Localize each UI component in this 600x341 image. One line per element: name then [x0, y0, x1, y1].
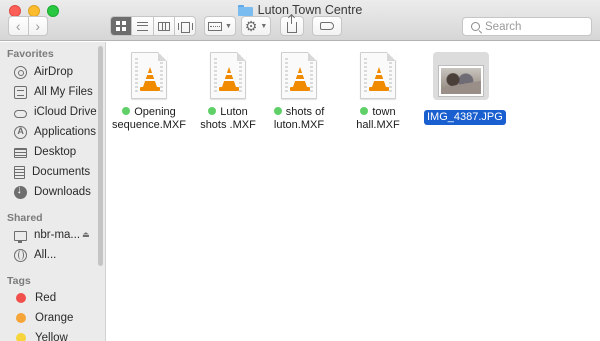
- sidebar-item-tag-red[interactable]: Red: [14, 289, 98, 307]
- tag-icon: [320, 22, 334, 30]
- sidebar-item-label: Applications: [34, 126, 97, 138]
- share-icon: [287, 15, 297, 33]
- airdrop-icon: [14, 65, 27, 79]
- toolbar: Luton Town Centre ‹ › ▼ ⚙ ▼ Search: [0, 0, 600, 41]
- sidebar-item-label: Desktop: [34, 146, 77, 158]
- globe-icon: [14, 248, 27, 262]
- list-icon: [136, 21, 148, 31]
- sidebar-item-documents[interactable]: Documents: [14, 163, 98, 181]
- file-item[interactable]: town hall.MXF: [338, 52, 418, 132]
- forward-button[interactable]: ›: [27, 17, 48, 35]
- sidebar-item-label: Yellow: [35, 332, 68, 341]
- sidebar-item-label: Documents: [32, 166, 91, 178]
- sidebar-item-downloads[interactable]: Downloads: [14, 183, 98, 201]
- all-my-files-icon: [14, 85, 27, 99]
- tags-heading: Tags: [7, 275, 31, 287]
- tag-color-dot: [16, 333, 26, 341]
- icon-grid-icon: [116, 21, 127, 31]
- file-name-line1: Luton: [220, 106, 248, 118]
- tag-dot: [122, 107, 131, 115]
- icon-view-button[interactable]: [111, 17, 132, 35]
- sidebar-item-label: All My Files: [34, 86, 93, 98]
- arrange-button[interactable]: ▼: [204, 16, 236, 36]
- downloads-icon: [14, 184, 27, 199]
- tag-color-dot: [16, 293, 26, 303]
- tag-dot: [360, 107, 369, 115]
- tag-dot: [208, 107, 217, 115]
- navigation-buttons: ‹ ›: [8, 16, 48, 36]
- column-view-button[interactable]: [152, 17, 174, 35]
- file-name-line1: Opening: [134, 106, 176, 118]
- file-name: Opening sequence.MXF: [109, 106, 189, 132]
- chevron-right-icon: ›: [35, 18, 41, 34]
- shared-heading: Shared: [7, 212, 43, 224]
- tag-dot: [273, 107, 282, 115]
- list-view-button[interactable]: [131, 17, 152, 35]
- chevron-left-icon: ‹: [15, 18, 21, 34]
- applications-icon: [14, 125, 27, 139]
- view-mode-selector: [110, 16, 196, 36]
- vlc-cone-icon: [210, 52, 246, 99]
- desktop-icon: [14, 147, 27, 158]
- sidebar-item-all-shared[interactable]: All...: [14, 246, 98, 264]
- arrange-icon: [208, 21, 223, 31]
- sidebar-item-label: Red: [35, 292, 57, 304]
- share-button[interactable]: [280, 15, 304, 36]
- monitor-icon: [14, 230, 27, 243]
- sidebar-item-label: nbr-ma...: [34, 229, 81, 241]
- columns-icon: [157, 21, 170, 31]
- sidebar-item-icloud-drive[interactable]: iCloud Drive: [14, 103, 98, 121]
- gear-icon: ⚙: [244, 18, 258, 34]
- window-title-text: Luton Town Centre: [257, 3, 363, 17]
- file-name-line2: shots .MXF: [200, 119, 256, 131]
- search-field[interactable]: Search: [462, 17, 592, 36]
- cover-flow-icon: [178, 21, 194, 33]
- search-placeholder: Search: [485, 20, 522, 33]
- sidebar-item-label: All...: [34, 249, 57, 261]
- sidebar-item-desktop[interactable]: Desktop: [14, 143, 98, 161]
- favorites-heading: Favorites: [7, 48, 54, 60]
- tag-color-dot: [16, 313, 26, 323]
- file-item[interactable]: Opening sequence.MXF: [109, 52, 189, 132]
- file-name-line1: shots of: [285, 106, 325, 118]
- file-name-line2: luton.MXF: [273, 119, 325, 131]
- file-item[interactable]: Luton shots .MXF: [188, 52, 268, 132]
- vlc-cone-icon: [131, 52, 167, 99]
- back-button[interactable]: ‹: [9, 17, 28, 35]
- sidebar: Favorites AirDrop All My Files iCloud Dr…: [0, 42, 106, 341]
- file-name: Luton shots .MXF: [188, 106, 268, 132]
- sidebar-scrollbar[interactable]: [98, 46, 103, 266]
- file-name-line2: sequence.MXF: [112, 119, 186, 131]
- file-name: town hall.MXF: [338, 106, 418, 132]
- zoom-window-button[interactable]: [47, 5, 59, 17]
- sidebar-item-airdrop[interactable]: AirDrop: [14, 63, 98, 81]
- file-name: shots of luton.MXF: [259, 106, 339, 132]
- icloud-icon: [14, 109, 27, 118]
- photo-thumbnail[interactable]: [439, 66, 483, 96]
- vlc-cone-icon: [281, 52, 317, 99]
- sidebar-item-tag-orange[interactable]: Orange: [14, 309, 98, 327]
- file-browser-content: Opening sequence.MXF Luton shots .MXF sh…: [107, 42, 600, 341]
- search-icon: [471, 22, 480, 31]
- sidebar-item-tag-yellow[interactable]: Yellow: [14, 329, 98, 341]
- documents-icon: [14, 165, 25, 179]
- file-item[interactable]: shots of luton.MXF: [259, 52, 339, 132]
- sidebar-item-label: Orange: [35, 312, 74, 324]
- sidebar-item-label: iCloud Drive: [34, 106, 97, 118]
- action-menu-button[interactable]: ⚙ ▼: [241, 16, 271, 36]
- cover-flow-button[interactable]: [173, 17, 195, 35]
- sidebar-item-all-my-files[interactable]: All My Files: [14, 83, 98, 101]
- edit-tags-button[interactable]: [312, 16, 342, 36]
- sidebar-item-applications[interactable]: Applications: [14, 123, 98, 141]
- caret-down-icon: ▼: [260, 22, 268, 30]
- selected-file-name[interactable]: IMG_4387.JPG: [424, 110, 506, 125]
- sidebar-item-label: AirDrop: [34, 66, 73, 78]
- folder-icon: [237, 4, 253, 16]
- vlc-cone-icon: [360, 52, 396, 99]
- caret-down-icon: ▼: [225, 22, 232, 30]
- sidebar-item-label: Downloads: [34, 186, 91, 198]
- eject-icon[interactable]: ⏏: [82, 230, 90, 239]
